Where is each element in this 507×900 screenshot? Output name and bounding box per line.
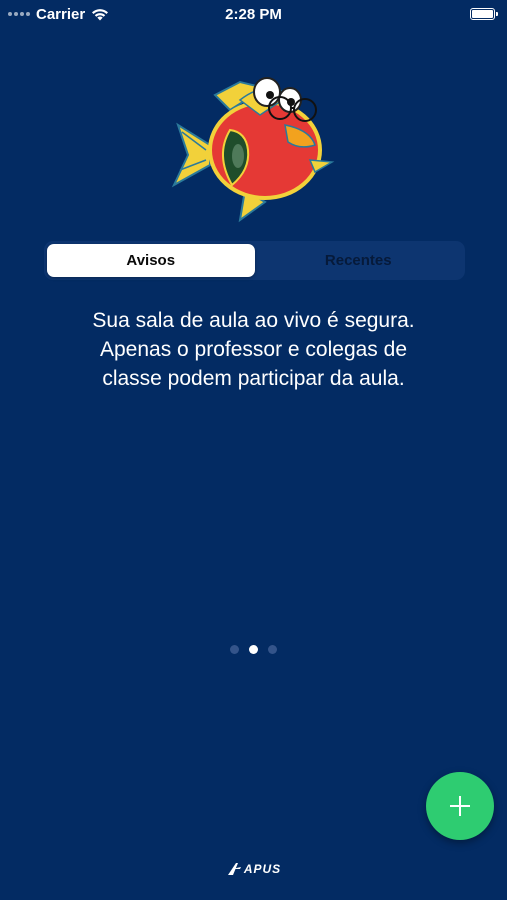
page-dot[interactable] [268, 645, 277, 654]
status-left: Carrier [8, 6, 109, 23]
page-dot[interactable] [230, 645, 239, 654]
message-line: Apenas o professor e colegas de [99, 338, 408, 361]
status-bar: Carrier 2:28 PM [0, 0, 507, 28]
brand-logo: APUS [0, 862, 507, 876]
battery-level [472, 10, 493, 18]
tab-avisos[interactable]: Avisos [47, 244, 255, 277]
fish-mascot-icon [171, 77, 335, 223]
message-line: classe podem participar da aula. [102, 367, 405, 390]
onboarding-message: Sua sala de aula ao vivo é segura. Apena… [40, 306, 467, 393]
tab-recentes[interactable]: Recentes [255, 244, 463, 277]
brand-mark-icon [227, 863, 241, 875]
carrier-label: Carrier [36, 5, 86, 23]
brand-text: APUS [243, 862, 282, 876]
wifi-icon [92, 8, 109, 20]
signal-icon [8, 12, 30, 16]
message-line: Sua sala de aula ao vivo é segura. [92, 309, 415, 332]
plus-icon [450, 796, 470, 816]
page-indicator[interactable] [0, 645, 507, 654]
segmented-control: Avisos Recentes [44, 241, 465, 280]
battery-icon [470, 8, 498, 20]
add-button[interactable] [426, 772, 494, 840]
page-dot-active[interactable] [249, 645, 258, 654]
